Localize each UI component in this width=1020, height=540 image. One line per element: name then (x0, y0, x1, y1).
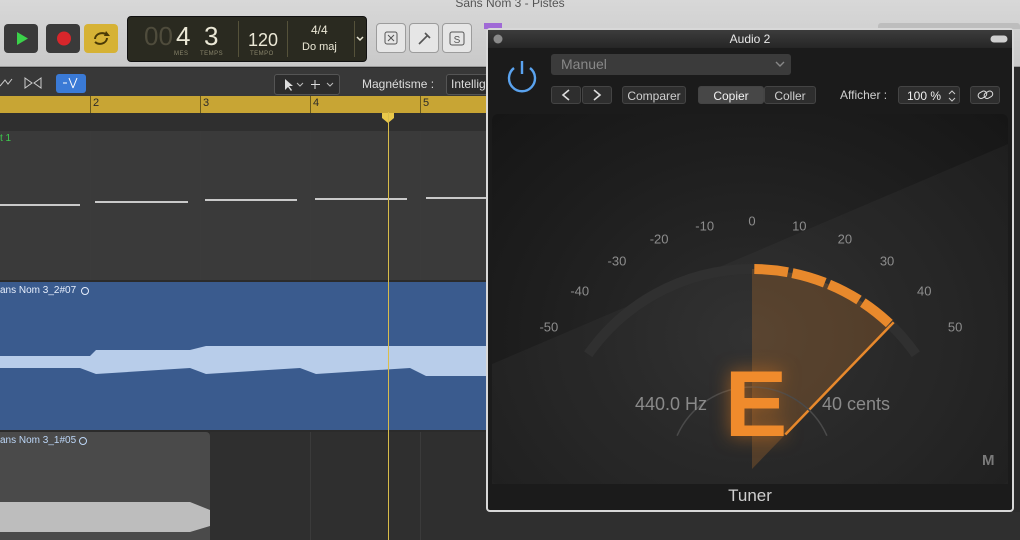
x-box-icon (384, 31, 398, 45)
chevron-right-icon (593, 89, 602, 101)
scale-label: -20 (649, 231, 669, 247)
sub-ruler (0, 113, 487, 132)
loop-circle-icon (81, 287, 89, 295)
tempo-value: 120 (248, 30, 279, 50)
midi-note (95, 201, 188, 203)
play-icon (17, 32, 28, 45)
beat-value: 3 (204, 21, 219, 51)
audio-region-3[interactable]: ans Nom 3_1#05 (0, 432, 210, 540)
close-box-button[interactable] (376, 23, 406, 53)
arrange-background (487, 512, 1020, 540)
plugin-footer-title: Tuner (728, 486, 772, 505)
region-name: t 1 (0, 133, 12, 144)
previous-preset-button[interactable] (551, 86, 581, 104)
midi-note (205, 199, 297, 201)
plugin-title: Audio 2 (729, 32, 771, 46)
tuning-fork-button[interactable] (409, 23, 439, 53)
zoom-value: 100 % (907, 89, 942, 103)
preset-value: Manuel (561, 56, 607, 72)
compare-button[interactable]: Comparer (622, 86, 686, 104)
cycle-icon (94, 31, 110, 45)
scale-label: 40 (917, 283, 932, 299)
link-button[interactable] (970, 86, 1000, 104)
midi-note (426, 197, 487, 199)
audio-region-2[interactable]: ans Nom 3_2#07 (0, 282, 487, 430)
tuner-display: -50 -40 -30 -20 -10 0 10 20 30 40 50 440.0 Hz 40 c… (492, 114, 1008, 484)
snap-label: Magnétisme : (362, 77, 435, 91)
region-name: ans Nom 3_2#07 (0, 285, 77, 296)
next-preset-button[interactable] (582, 86, 612, 104)
power-icon[interactable] (502, 56, 542, 96)
scale-label: 50 (947, 319, 963, 335)
play-button[interactable] (4, 24, 38, 53)
position-dim: 00 (144, 21, 173, 51)
scale-label: 0 (748, 213, 756, 229)
flex-icon[interactable] (22, 76, 44, 90)
beat-label: TEMPS (200, 51, 224, 57)
bar-number: 3 (203, 97, 210, 109)
waveform (0, 346, 487, 376)
solo-button[interactable]: S (442, 23, 472, 53)
tool-selector[interactable] (274, 74, 340, 95)
preset-dropdown[interactable]: Manuel (551, 54, 791, 75)
chevron-down-icon[interactable] (355, 35, 365, 43)
svg-text:S: S (454, 35, 461, 46)
scale-label: 20 (837, 231, 853, 247)
scale-label: 10 (792, 218, 807, 234)
snap-value: Intellig (451, 77, 486, 91)
cycle-button[interactable] (84, 24, 118, 53)
scale-label: -10 (695, 218, 715, 234)
lcd-display[interactable]: 00 4 3 MES TEMPS 120 TEMPO 4/4 Do maj (127, 16, 367, 62)
bar-ruler[interactable] (0, 96, 487, 113)
frequency-readout: 440.0 Hz (634, 394, 707, 414)
note-name: E (724, 351, 788, 456)
loop-circle-icon (79, 437, 87, 445)
midi-note (315, 198, 407, 200)
playhead-line (388, 112, 389, 540)
window-title: Sans Nom 3 - Pistes (455, 0, 565, 10)
key-signature: Do maj (302, 41, 337, 53)
link-icon (977, 90, 994, 99)
bar-number: 2 (93, 97, 100, 109)
s-box-icon: S (449, 31, 465, 46)
bar-value: 4 (176, 21, 191, 51)
waveform (0, 502, 210, 532)
view-label: Afficher : (840, 88, 888, 102)
stepper-arrows-icon (948, 90, 956, 102)
chevron-down-icon (775, 61, 785, 67)
bar-number: 4 (313, 97, 320, 109)
chevron-left-icon (561, 89, 570, 101)
bar-number: 5 (423, 97, 430, 109)
bar-label: MES (174, 51, 189, 57)
catch-icon (63, 77, 78, 89)
pointer-icon (285, 79, 334, 91)
paste-button[interactable]: Coller (764, 86, 816, 104)
record-button[interactable] (46, 24, 80, 53)
catch-button[interactable] (56, 74, 86, 93)
scale-label: 30 (879, 253, 895, 269)
automation-icon[interactable] (0, 76, 14, 90)
midi-note (0, 204, 80, 206)
scale-label: -30 (607, 253, 627, 269)
record-icon (57, 31, 71, 46)
time-signature: 4/4 (311, 23, 328, 37)
zoom-stepper[interactable]: 100 % (898, 86, 960, 104)
tempo-label: TEMPO (250, 51, 274, 57)
scale-label: -50 (539, 319, 559, 335)
cents-readout: 40 cents (822, 394, 891, 414)
plugin-window: Audio 2 Manuel Comparer Copier Coller Af… (486, 28, 1014, 512)
region-name: ans Nom 3_1#05 (0, 435, 77, 446)
tuning-fork-icon (418, 32, 431, 45)
scale-label: -40 (570, 283, 590, 299)
copy-button[interactable]: Copier (698, 86, 764, 104)
mode-indicator[interactable]: M (982, 452, 995, 469)
